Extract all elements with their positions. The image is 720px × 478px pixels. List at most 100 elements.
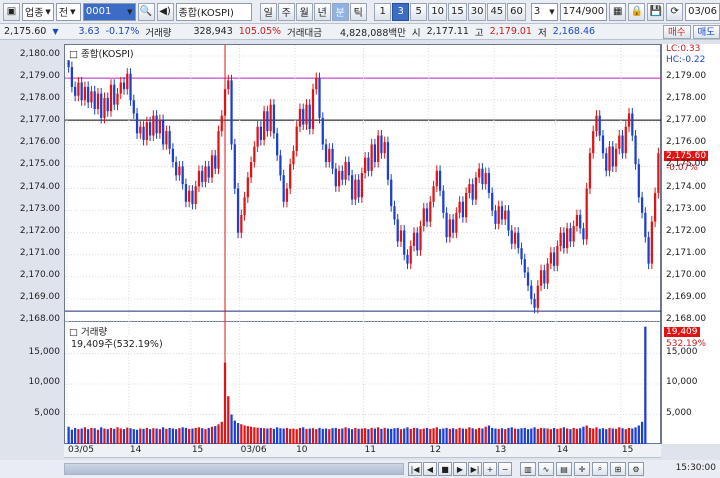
scroll-thumb[interactable] <box>65 464 403 474</box>
volume-bar <box>507 427 510 445</box>
zoom-out-icon[interactable]: − <box>498 462 512 476</box>
time-tick: 03/05 <box>68 445 94 455</box>
period-tab[interactable]: 년 <box>313 2 331 21</box>
line-chart-icon[interactable]: ∿ <box>538 462 554 476</box>
candle-body <box>103 97 106 118</box>
candle-body <box>569 228 572 242</box>
current-price: 2,175.60 <box>4 26 47 37</box>
zoom-in-icon[interactable]: + <box>483 462 497 476</box>
amount-value: 4,828,088백만 <box>340 27 406 39</box>
volume-bar <box>129 428 132 445</box>
candle-body <box>67 60 70 68</box>
candle-body <box>484 173 487 185</box>
last-page-icon[interactable]: ▶| <box>468 462 482 476</box>
volume-bar <box>272 428 276 445</box>
interval-tab[interactable]: 3 <box>392 2 410 21</box>
candle-body <box>341 170 344 180</box>
volume-bar <box>148 429 152 445</box>
interval-tab[interactable]: 45 <box>487 2 507 21</box>
volume-bar <box>289 428 292 445</box>
volume-bar <box>344 427 347 445</box>
speaker-icon[interactable]: ◀) <box>156 2 174 21</box>
candle-body <box>74 86 77 96</box>
period-tab[interactable]: 일 <box>259 2 277 21</box>
volume-bar <box>367 429 370 445</box>
candle-icon[interactable]: ▥ <box>520 462 536 476</box>
lock-icon[interactable]: 🔒 <box>628 2 646 21</box>
candle-body <box>448 219 451 238</box>
chart-plot-area[interactable]: □ 종합(KOSPI) □ 거래량 19,409주(532.19%) <box>64 44 662 445</box>
interval-tab[interactable]: 60 <box>507 2 526 21</box>
refresh-icon[interactable]: ⟳ <box>666 2 684 21</box>
volume-bar <box>168 427 171 445</box>
prev-icon[interactable]: ◀ <box>423 462 437 476</box>
candle-body <box>634 135 637 165</box>
save-icon[interactable]: 💾 <box>647 2 665 21</box>
stop-icon[interactable]: ■ <box>438 462 452 476</box>
candle-body <box>272 104 276 134</box>
settings-icon[interactable]: ⚙ <box>628 462 644 476</box>
volume-bar <box>328 429 331 445</box>
volume-bar <box>566 428 569 445</box>
search-icon[interactable]: 🔍 <box>137 2 155 21</box>
candle-body <box>207 166 210 178</box>
interval-tab[interactable]: 10 <box>428 2 447 21</box>
jeon-select[interactable]: 전 ▼ <box>55 2 81 21</box>
candle-body <box>627 113 631 127</box>
split-icon[interactable]: ⊞ <box>610 462 626 476</box>
candle-body <box>562 232 566 249</box>
magnifier-icon[interactable]: ⌕ <box>592 462 608 476</box>
period-tab[interactable]: 월 <box>295 2 313 21</box>
candle-body <box>295 126 298 151</box>
cross-icon[interactable]: ✛ <box>574 462 590 476</box>
volume-bar <box>298 427 302 445</box>
next-icon[interactable]: ▶ <box>453 462 467 476</box>
volume-bar <box>93 428 96 445</box>
candle-body <box>334 168 337 187</box>
volume-bar <box>126 427 129 445</box>
candle-body <box>585 188 588 240</box>
candle-body <box>546 263 549 284</box>
code-value: 0001 <box>85 6 112 17</box>
candle-body <box>311 89 315 129</box>
candle-body <box>191 190 194 204</box>
date-value: 03/06 <box>688 6 717 17</box>
candle-body <box>399 230 403 242</box>
interval-tab[interactable]: 5 <box>410 2 428 21</box>
volume-bar <box>383 427 386 445</box>
candle-body <box>142 126 145 140</box>
volume-bar <box>67 426 70 445</box>
candle-body <box>474 177 478 200</box>
market-select[interactable]: 업종 ▼ <box>22 2 54 21</box>
volume-bar <box>608 427 611 445</box>
right-volume-tick: 10,000 <box>666 377 698 387</box>
candle-body <box>370 144 373 171</box>
buy-button[interactable]: 매수 <box>663 24 691 39</box>
interval-tab[interactable]: 30 <box>467 2 487 21</box>
window-icon[interactable]: ▣ <box>3 2 20 21</box>
volume-bar <box>409 428 412 445</box>
price-legend-label: 종합(KOSPI) <box>81 49 134 60</box>
index-name-field: 종합(KOSPI) <box>175 2 253 21</box>
candle-body <box>377 135 380 163</box>
candle-body <box>601 135 605 154</box>
period-tab[interactable]: 분 <box>331 2 349 21</box>
period-tab[interactable]: 주 <box>277 2 295 21</box>
period-tab[interactable]: 틱 <box>349 2 367 21</box>
interval-tab[interactable]: 15 <box>447 2 467 21</box>
code-input[interactable]: 0001 ▼ <box>82 2 136 21</box>
volume-bar <box>416 428 419 445</box>
sell-button[interactable]: 매도 <box>692 24 720 39</box>
count-select[interactable]: 3 ▼ <box>530 2 558 21</box>
volume-bar <box>419 429 422 445</box>
scroll-track[interactable] <box>64 463 404 475</box>
date-field[interactable]: 03/06 <box>685 2 720 21</box>
bar-chart-icon[interactable]: ▤ <box>556 462 572 476</box>
left-price-tick: 2,175.00 <box>19 159 60 170</box>
volume-bar <box>132 429 135 445</box>
grid-icon[interactable]: ▦ <box>609 2 627 21</box>
candle-body <box>494 210 497 224</box>
first-page-icon[interactable]: |◀ <box>408 462 422 476</box>
candle-body <box>321 117 324 145</box>
interval-tab[interactable]: 1 <box>374 2 392 21</box>
